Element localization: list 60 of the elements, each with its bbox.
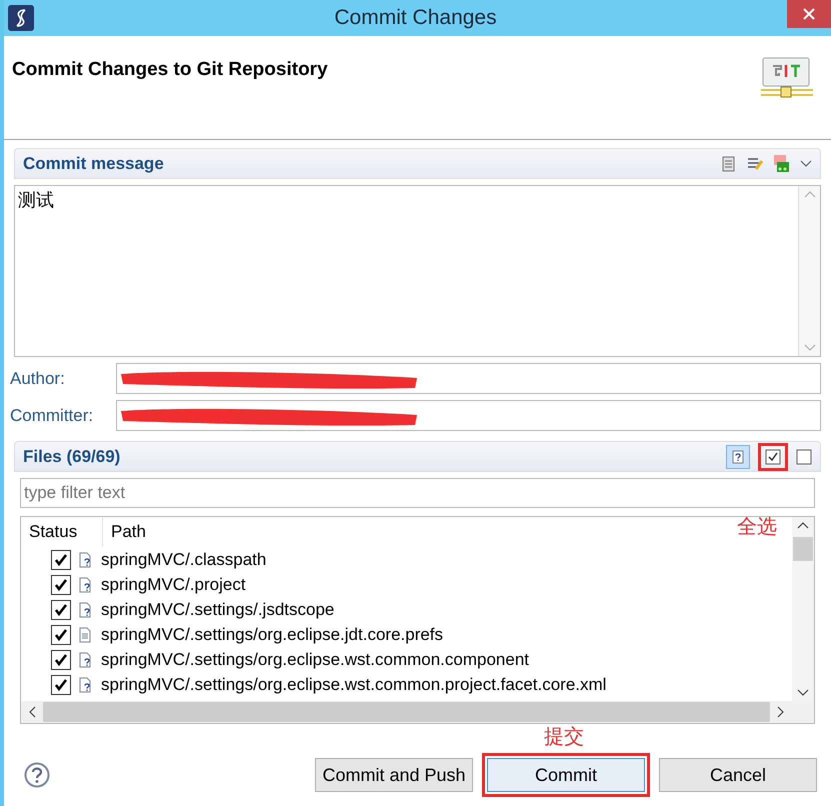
select-all-icon[interactable]	[765, 448, 781, 464]
field-label: Committer:	[10, 404, 94, 427]
section-title: Commit message	[23, 152, 164, 175]
file-path: springMVC/.classpath	[101, 548, 266, 571]
scroll-up-icon[interactable]	[797, 521, 809, 529]
checkbox[interactable]	[51, 624, 71, 644]
file-question-icon	[79, 676, 93, 692]
help-toggle-button[interactable]	[726, 444, 750, 468]
field-label: Author:	[10, 368, 66, 390]
file-row[interactable]: springMVC/.settings/org.eclipse.wst.common.project.facet.core.xml	[21, 672, 792, 697]
app-icon	[8, 5, 34, 31]
annotation-text: 全选	[737, 515, 777, 540]
deselect-all-icon[interactable]	[796, 448, 812, 464]
file-path: springMVC/.project	[101, 574, 246, 596]
dialog-button[interactable]: Commit and Push	[315, 758, 473, 792]
checkbox[interactable]	[51, 650, 71, 670]
file-path: springMVC/.settings/.jsdtscope	[101, 598, 334, 621]
section-title: Files (69/69)	[23, 446, 120, 468]
window-title: Commit Changes	[333, 5, 498, 32]
annotation-text: 提交	[544, 725, 584, 750]
file-question-icon	[79, 552, 93, 568]
text-field[interactable]	[116, 363, 821, 394]
file-question-icon	[732, 450, 744, 464]
filter-field[interactable]: type filter text	[20, 478, 815, 508]
file-row[interactable]: springMVC/.settings/org.eclipse.wst.common.component	[21, 647, 792, 672]
file-row[interactable]: springMVC/.settings/.jsdtscope	[21, 597, 792, 622]
scroll-left-icon[interactable]	[28, 706, 36, 718]
vertical-scrollbar[interactable]	[792, 517, 814, 701]
checkbox[interactable]	[51, 574, 71, 594]
scroll-right-icon[interactable]	[777, 706, 785, 718]
file-path: springMVC/.settings/org.eclipse.wst.common.component	[101, 648, 530, 671]
file-path: springMVC/.settings/org.eclipse.jdt.core.prefs	[101, 624, 444, 646]
dialog-heading: Commit Changes to Git Repository	[12, 58, 328, 82]
commit-message-text: 测试	[17, 189, 55, 212]
highlight-box	[758, 442, 788, 470]
column-header[interactable]: Path	[103, 519, 146, 545]
file-path: springMVC/.settings/org.eclipse.wst.common.project.facet.core.xml	[101, 674, 606, 696]
commit-message-field[interactable]: 测试	[14, 185, 821, 357]
dropdown-icon[interactable]	[800, 160, 812, 168]
checkbox[interactable]	[51, 674, 71, 694]
horizontal-scrollbar[interactable]	[21, 701, 814, 723]
close-icon	[803, 8, 815, 20]
file-question-icon	[79, 602, 93, 618]
help-icon[interactable]	[24, 762, 50, 788]
file-row[interactable]: springMVC/.project	[21, 572, 792, 597]
close-button[interactable]	[787, 0, 831, 28]
file-question-icon	[79, 652, 93, 668]
scroll-thumb[interactable]	[793, 537, 813, 561]
checkbox[interactable]	[51, 600, 71, 620]
file-row[interactable]: springMVC/.classpath	[21, 547, 792, 572]
grid-icon[interactable]	[772, 154, 792, 174]
dialog-button[interactable]: Cancel	[659, 758, 817, 792]
file-question-icon	[79, 576, 93, 592]
scroll-thumb[interactable]	[43, 702, 770, 722]
file-row[interactable]: springMVC/.settings/org.eclipse.jdt.core.prefs	[21, 622, 792, 647]
column-header[interactable]: Status	[21, 517, 103, 547]
checkbox[interactable]	[51, 550, 71, 570]
file-icon	[79, 626, 93, 642]
text-field[interactable]	[116, 400, 821, 431]
scroll-down-icon[interactable]	[797, 689, 809, 697]
